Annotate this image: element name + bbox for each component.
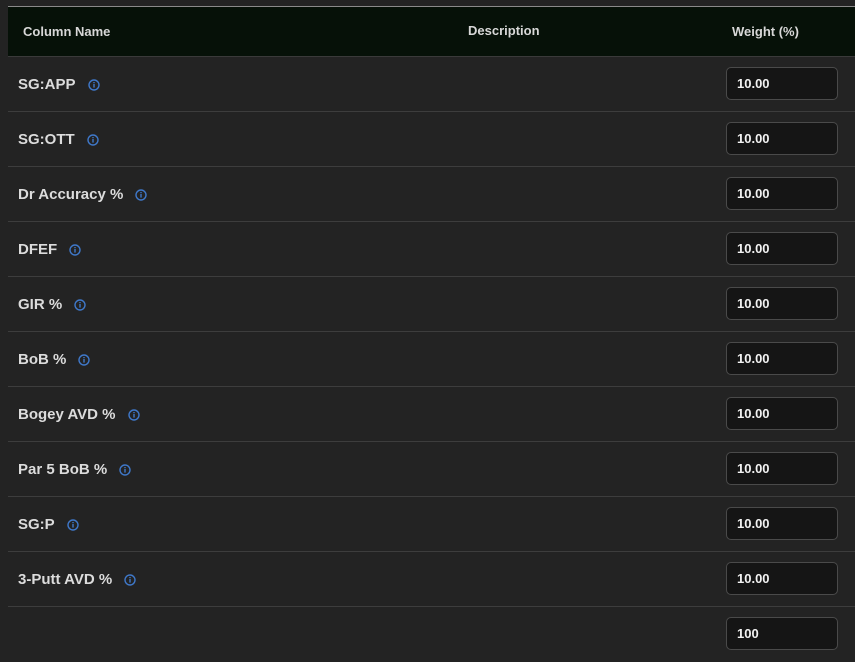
row-label: SG:APP — [18, 75, 76, 93]
info-icon[interactable] — [74, 299, 86, 311]
info-icon[interactable] — [87, 79, 100, 91]
column-name-cell: BoB % — [18, 332, 91, 386]
weight-input[interactable] — [726, 67, 838, 100]
info-icon[interactable] — [66, 519, 79, 531]
column-name-cell: Dr Accuracy % — [18, 167, 148, 221]
row-label: GIR % — [18, 295, 63, 313]
weight-header: Weight (%) — [732, 24, 799, 39]
row-label: SG:OTT — [18, 130, 75, 148]
weight-input[interactable] — [726, 452, 838, 485]
weights-panel: Column Name Description Weight (%) SG:AP… — [0, 0, 855, 662]
column-name-header: Column Name — [23, 24, 111, 39]
table-row: SG:APP — [8, 57, 855, 112]
table-row: Bogey AVD % — [8, 387, 855, 442]
row-label: SG:P — [18, 515, 55, 533]
column-name-cell: GIR % — [18, 277, 86, 331]
table-row: SG:P — [8, 497, 855, 552]
description-header: Description — [468, 23, 540, 38]
row-label: DFEF — [18, 240, 58, 258]
weight-input[interactable] — [726, 232, 838, 265]
table-row: 3-Putt AVD % — [8, 552, 855, 607]
weight-input[interactable] — [726, 122, 838, 155]
row-label: BoB % — [18, 350, 67, 368]
weight-input[interactable] — [726, 562, 838, 595]
row-label: Dr Accuracy % — [18, 185, 124, 203]
table-row: DFEF — [8, 222, 855, 277]
weight-input[interactable] — [726, 342, 838, 375]
info-icon[interactable] — [78, 354, 91, 366]
info-icon[interactable] — [124, 574, 136, 586]
info-icon[interactable] — [119, 464, 131, 476]
table-row: Dr Accuracy % — [8, 167, 855, 222]
column-name-cell: SG:P — [18, 497, 79, 551]
weight-input[interactable] — [726, 397, 838, 430]
row-label: 3-Putt AVD % — [18, 570, 113, 588]
total-weight-input[interactable] — [726, 617, 838, 650]
row-label: Par 5 BoB % — [18, 460, 108, 478]
info-icon[interactable] — [69, 244, 81, 256]
info-icon[interactable] — [127, 409, 140, 421]
table-row: Par 5 BoB % — [8, 442, 855, 497]
row-label: Bogey AVD % — [18, 405, 116, 423]
column-name-cell: SG:OTT — [18, 112, 99, 166]
total-row — [8, 607, 855, 661]
column-name-cell: 3-Putt AVD % — [18, 552, 136, 606]
table-header: Column Name Description Weight (%) — [8, 7, 855, 57]
info-icon[interactable] — [86, 134, 99, 146]
weight-input[interactable] — [726, 177, 838, 210]
weights-table: Column Name Description Weight (%) SG:AP… — [8, 7, 855, 661]
column-name-cell: DFEF — [18, 222, 81, 276]
column-name-cell: Bogey AVD % — [18, 387, 140, 441]
info-icon[interactable] — [135, 189, 148, 201]
column-name-cell: Par 5 BoB % — [18, 442, 131, 496]
table-row: SG:OTT — [8, 112, 855, 167]
column-name-cell: SG:APP — [18, 57, 100, 111]
weight-input[interactable] — [726, 287, 838, 320]
table-row: BoB % — [8, 332, 855, 387]
weight-input[interactable] — [726, 507, 838, 540]
table-row: GIR % — [8, 277, 855, 332]
